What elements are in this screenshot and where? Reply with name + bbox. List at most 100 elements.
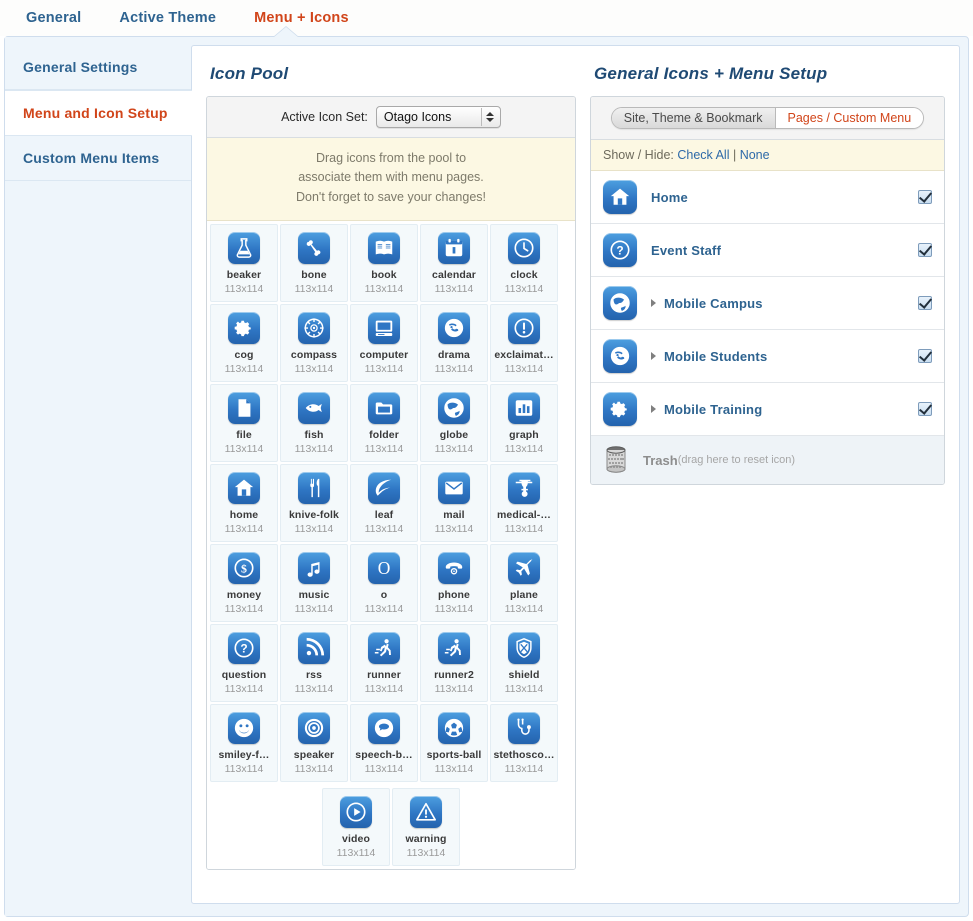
icon-tile-name: shield	[508, 669, 540, 682]
leaf-icon	[368, 472, 400, 505]
svg-text:O: O	[378, 558, 391, 578]
sidebar-item-custom-menu-items[interactable]: Custom Menu Items	[5, 136, 191, 181]
icon-tile[interactable]: ? question 113x114	[210, 624, 278, 703]
menu-row-label: Event Staff	[651, 242, 722, 258]
icon-tile[interactable]: speech-b… 113x114	[350, 704, 418, 783]
runner-icon	[438, 632, 470, 665]
icon-tile[interactable]: phone 113x114	[420, 544, 488, 623]
icon-tile-name: cog	[234, 349, 254, 362]
icon-tile-dimensions: 113x114	[224, 683, 264, 696]
icon-tile[interactable]: Oo 113x114	[350, 544, 418, 623]
trash-drop-zone[interactable]: Trash (drag here to reset icon)	[591, 436, 944, 484]
expand-caret-icon[interactable]	[651, 352, 656, 360]
check-all-link[interactable]: Check All	[677, 148, 729, 162]
clock-icon	[508, 232, 540, 265]
icon-tile[interactable]: cog 113x114	[210, 304, 278, 383]
trash-hint: (drag here to reset icon)	[677, 454, 796, 466]
icon-tile-name: leaf	[374, 509, 394, 522]
icon-tile[interactable]: runner2 113x114	[420, 624, 488, 703]
icon-tile-name: beaker	[226, 269, 262, 282]
drama-icon[interactable]	[603, 339, 637, 373]
menu-row[interactable]: Mobile Training	[591, 383, 944, 436]
icon-tile[interactable]: clock 113x114	[490, 224, 558, 303]
menu-row[interactable]: Home	[591, 171, 944, 224]
icon-tile-dimensions: 113x114	[224, 363, 264, 376]
icon-tile-dimensions: 113x114	[364, 763, 404, 776]
sidebar-item-menu-and-icon-setup[interactable]: Menu and Icon Setup	[5, 90, 192, 136]
tab-menu-icons[interactable]: Menu + Icons	[242, 6, 375, 30]
icon-tile[interactable]: drama 113x114	[420, 304, 488, 383]
sidebar: General Settings Menu and Icon Setup Cus…	[5, 37, 192, 916]
icon-tile-dimensions: 113x114	[294, 363, 334, 376]
calendar-icon	[438, 232, 470, 265]
settings-shell: General Settings Menu and Icon Setup Cus…	[4, 27, 969, 917]
menu-row-checkbox[interactable]	[918, 296, 932, 310]
icon-tile[interactable]: knive-folk 113x114	[280, 464, 348, 543]
icon-tile[interactable]: plane 113x114	[490, 544, 558, 623]
icon-tile[interactable]: speaker 113x114	[280, 704, 348, 783]
icon-tile[interactable]: video 113x114	[322, 788, 390, 867]
icon-tile[interactable]: mail 113x114	[420, 464, 488, 543]
icon-tile[interactable]: calendar 113x114	[420, 224, 488, 303]
icon-tile[interactable]: warning 113x114	[392, 788, 460, 867]
icon-tile[interactable]: fish 113x114	[280, 384, 348, 463]
icon-tile[interactable]: book 113x114	[350, 224, 418, 303]
icon-tile[interactable]: folder 113x114	[350, 384, 418, 463]
bone-icon	[298, 232, 330, 265]
icon-tile[interactable]: computer 113x114	[350, 304, 418, 383]
instruction-line-2: associate them with menu pages.	[298, 170, 484, 185]
menu-setup-panel: Site, Theme & Bookmark Pages / Custom Me…	[590, 96, 945, 485]
active-icon-set-select[interactable]: Otago Icons	[375, 106, 501, 128]
menu-row-checkbox[interactable]	[918, 190, 932, 204]
icon-tile[interactable]: medical-… 113x114	[490, 464, 558, 543]
menu-row[interactable]: ? Event Staff	[591, 224, 944, 277]
icon-tile[interactable]: compass 113x114	[280, 304, 348, 383]
sidebar-item-general-settings[interactable]: General Settings	[5, 45, 191, 90]
tab-active-theme[interactable]: Active Theme	[107, 6, 242, 30]
expand-caret-icon[interactable]	[651, 299, 656, 307]
menu-row[interactable]: Mobile Students	[591, 330, 944, 383]
icon-tile[interactable]: runner 113x114	[350, 624, 418, 703]
icon-tile[interactable]: smiley-f… 113x114	[210, 704, 278, 783]
expand-caret-icon[interactable]	[651, 405, 656, 413]
cog-icon[interactable]	[603, 392, 637, 426]
menu-row[interactable]: Mobile Campus	[591, 277, 944, 330]
menu-row-label: Mobile Students	[664, 348, 768, 364]
icon-pool-column: Icon Pool Active Icon Set: Otago Icons D…	[206, 56, 576, 893]
drama-icon	[438, 312, 470, 345]
icon-tile[interactable]: $ money 113x114	[210, 544, 278, 623]
none-link[interactable]: None	[740, 148, 770, 162]
icon-tile-dimensions: 113x114	[434, 363, 474, 376]
icon-tile-name: book	[371, 269, 397, 282]
menu-row-label: Home	[651, 189, 688, 205]
icon-tile[interactable]: shield 113x114	[490, 624, 558, 703]
trash-icon	[603, 446, 629, 474]
home-icon[interactable]	[603, 180, 637, 214]
icon-tile[interactable]: leaf 113x114	[350, 464, 418, 543]
icon-tile-name: calendar	[432, 269, 476, 282]
icon-tile[interactable]: graph 113x114	[490, 384, 558, 463]
tab-general[interactable]: General	[14, 6, 107, 30]
icon-tile[interactable]: stethosco… 113x114	[490, 704, 558, 783]
icon-tile[interactable]: rss 113x114	[280, 624, 348, 703]
icon-tile[interactable]: beaker 113x114	[210, 224, 278, 303]
icon-tile-dimensions: 113x114	[504, 603, 544, 616]
runner-icon	[368, 632, 400, 665]
globe-icon[interactable]	[603, 286, 637, 320]
icon-tile[interactable]: music 113x114	[280, 544, 348, 623]
segment-pages-custom-menu[interactable]: Pages / Custom Menu	[775, 108, 924, 128]
icon-tile[interactable]: home 113x114	[210, 464, 278, 543]
segmented-control: Site, Theme & Bookmark Pages / Custom Me…	[610, 107, 925, 129]
menu-row-checkbox[interactable]	[918, 402, 932, 416]
stepper-arrows-icon[interactable]	[480, 108, 499, 126]
icon-tile[interactable]: file 113x114	[210, 384, 278, 463]
segment-site-theme-bookmark[interactable]: Site, Theme & Bookmark	[611, 108, 776, 128]
question-icon[interactable]: ?	[603, 233, 637, 267]
menu-row-checkbox[interactable]	[918, 349, 932, 363]
menu-row-checkbox[interactable]	[918, 243, 932, 257]
icon-tile[interactable]: exclaimat… 113x114	[490, 304, 558, 383]
icon-tile[interactable]: bone 113x114	[280, 224, 348, 303]
icon-tile[interactable]: sports-ball 113x114	[420, 704, 488, 783]
icon-tile[interactable]: globe 113x114	[420, 384, 488, 463]
icon-tile-name: exclaimat…	[494, 349, 554, 362]
